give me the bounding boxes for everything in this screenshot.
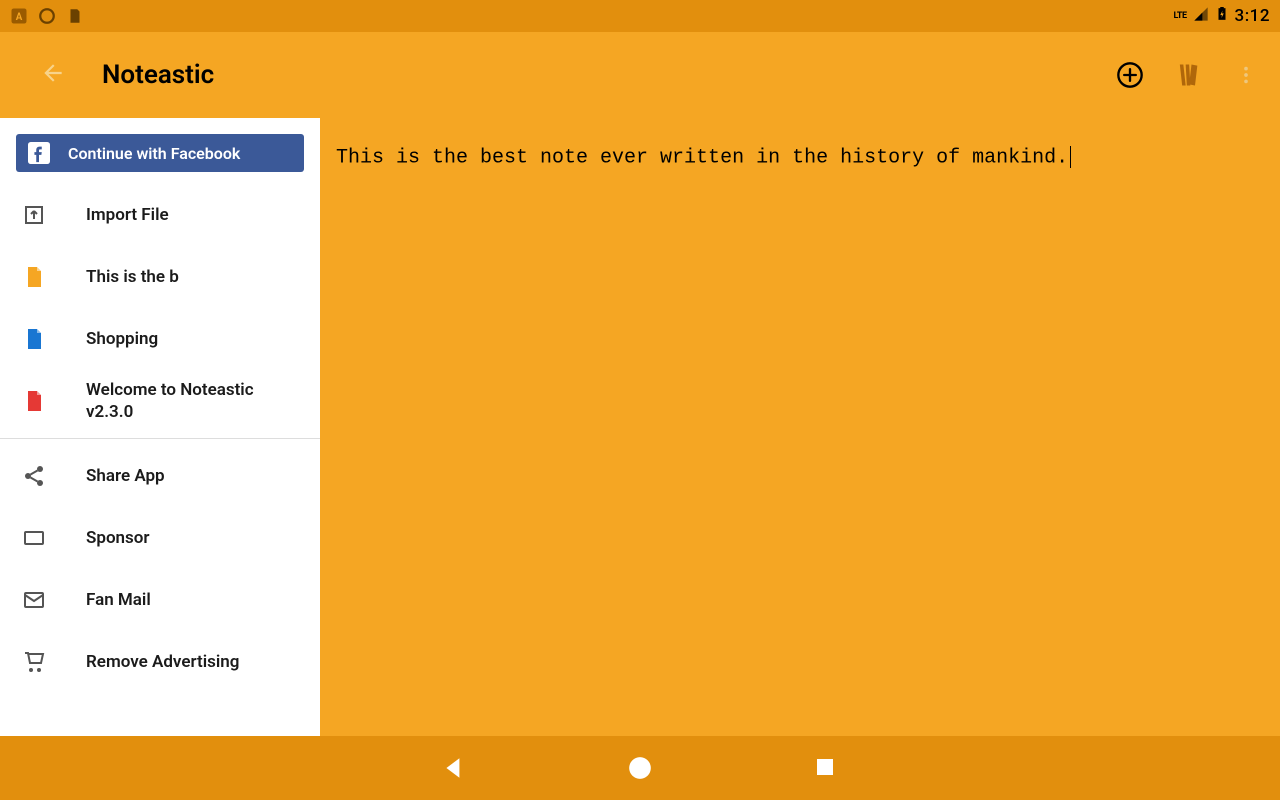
- sidebar-item-label: Import File: [86, 204, 169, 226]
- app-title: Noteastic: [102, 60, 214, 90]
- sidebar-item-label: Share App: [86, 465, 165, 487]
- sidebar: Continue with Facebook Import File This …: [0, 118, 320, 736]
- notification-circle-icon: [38, 7, 56, 25]
- facebook-icon: [28, 142, 50, 164]
- text-cursor: [1070, 146, 1071, 168]
- battery-charging-icon: [1215, 5, 1229, 27]
- notification-app-icon: A: [10, 7, 28, 25]
- sidebar-item-label: Welcome to Noteastic v2.3.0: [86, 379, 298, 423]
- import-icon: [22, 203, 46, 227]
- nav-recent-button[interactable]: [813, 755, 839, 781]
- sponsor-icon: [22, 526, 46, 550]
- overflow-menu-button[interactable]: [1232, 61, 1260, 89]
- status-bar: A LTE 3:12: [0, 0, 1280, 32]
- android-nav-bar: [0, 736, 1280, 800]
- nav-home-button[interactable]: [627, 755, 653, 781]
- back-button[interactable]: [40, 60, 66, 90]
- sidebar-item-label: This is the b: [86, 266, 179, 288]
- sidebar-note-item[interactable]: This is the b: [0, 246, 320, 308]
- network-lte-icon: LTE: [1174, 11, 1187, 21]
- facebook-login-button[interactable]: Continue with Facebook: [16, 134, 304, 172]
- notebook-icon[interactable]: [1174, 61, 1202, 89]
- nav-back-button[interactable]: [441, 755, 467, 781]
- notification-sd-icon: [66, 7, 84, 25]
- sidebar-item-label: Sponsor: [86, 527, 150, 549]
- clock-time: 3:12: [1235, 6, 1270, 26]
- sidebar-share-app[interactable]: Share App: [0, 445, 320, 507]
- sidebar-item-label: Shopping: [86, 328, 158, 350]
- note-file-icon: [22, 265, 46, 289]
- sidebar-item-label: Fan Mail: [86, 589, 151, 611]
- note-content: This is the best note ever written in th…: [336, 146, 1068, 169]
- sidebar-fan-mail[interactable]: Fan Mail: [0, 569, 320, 631]
- signal-icon: [1193, 6, 1209, 26]
- facebook-label: Continue with Facebook: [68, 144, 240, 163]
- divider: [0, 438, 320, 439]
- app-bar: Noteastic: [0, 32, 1280, 118]
- mail-icon: [22, 588, 46, 612]
- note-editor[interactable]: This is the best note ever written in th…: [320, 118, 1280, 736]
- share-icon: [22, 464, 46, 488]
- sidebar-import-file[interactable]: Import File: [0, 184, 320, 246]
- cart-icon: [22, 650, 46, 674]
- sidebar-item-label: Remove Advertising: [86, 651, 239, 673]
- sidebar-remove-advertising[interactable]: Remove Advertising: [0, 631, 320, 693]
- add-note-button[interactable]: [1116, 61, 1144, 89]
- note-file-icon: [22, 327, 46, 351]
- note-file-icon: [22, 389, 46, 413]
- sidebar-note-item[interactable]: Welcome to Noteastic v2.3.0: [0, 370, 320, 432]
- sidebar-note-item[interactable]: Shopping: [0, 308, 320, 370]
- svg-text:A: A: [16, 12, 23, 23]
- sidebar-sponsor[interactable]: Sponsor: [0, 507, 320, 569]
